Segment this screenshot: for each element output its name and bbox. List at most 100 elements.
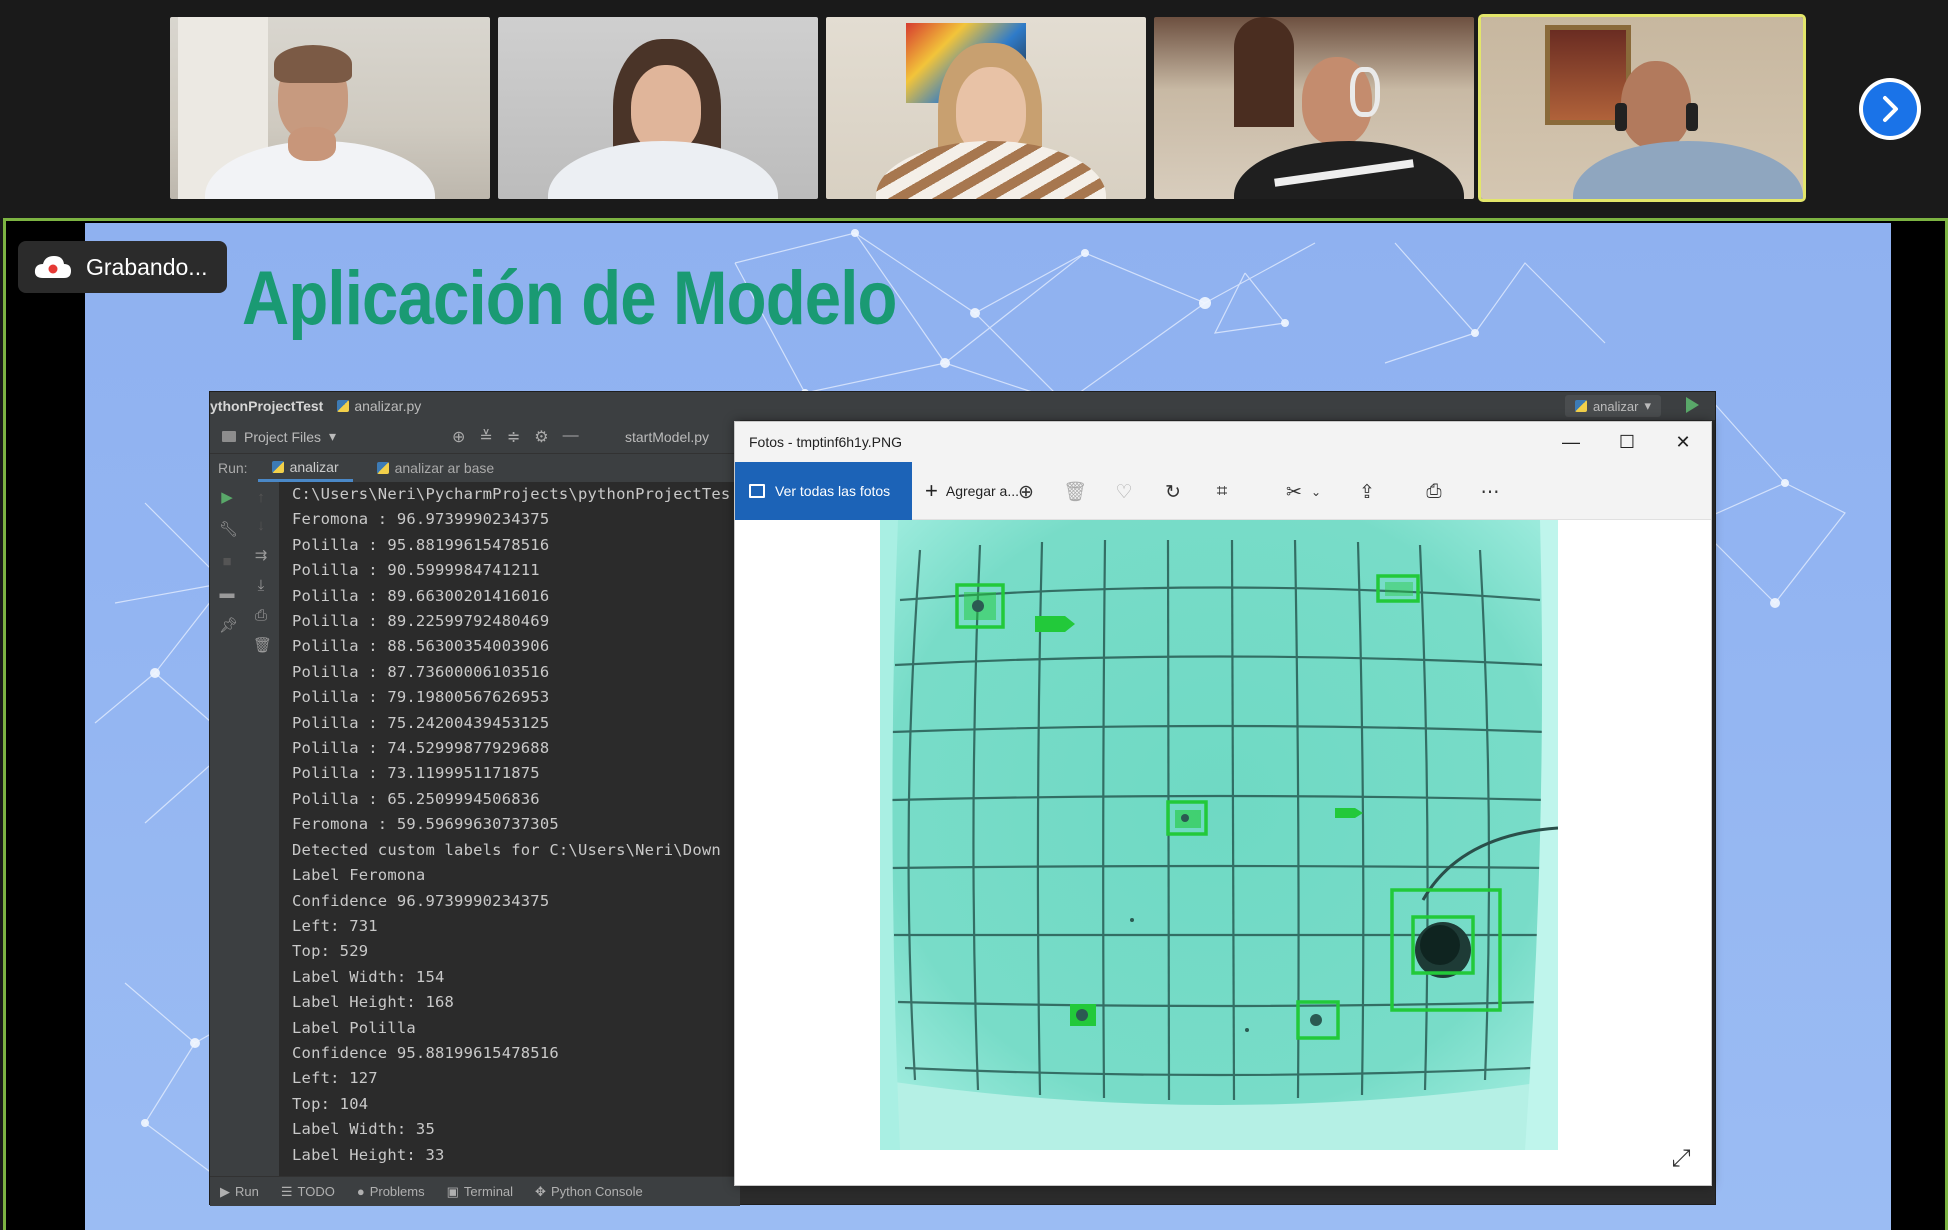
run-button[interactable] (1686, 397, 1699, 413)
bottom-tab-terminal[interactable]: ▣ Terminal (447, 1184, 513, 1200)
bottom-tab-label: Python Console (550, 1184, 643, 1199)
plus-icon: + (925, 478, 938, 503)
view-all-label: Ver todas las fotos (775, 483, 891, 499)
python-file-icon (376, 462, 389, 474)
console-line: Label Height: 33 (292, 1145, 445, 1164)
expand-all-icon[interactable]: ≚ (479, 427, 492, 447)
folder-icon (222, 431, 236, 442)
participant-video-5[interactable] (1478, 14, 1806, 202)
console-line: Confidence 95.88199615478516 (292, 1043, 559, 1062)
run-config-label: analizar (1592, 398, 1639, 414)
run-label: Run: (218, 460, 248, 476)
console-line: Label Width: 35 (292, 1120, 435, 1139)
minimize-icon[interactable]: — (563, 427, 579, 447)
recording-label: Grabando... (86, 253, 208, 280)
run-config-dropdown[interactable]: analizar ▾ (1564, 395, 1661, 417)
minimize-button[interactable]: — (1543, 422, 1599, 462)
next-page-button[interactable] (1859, 78, 1921, 140)
maximize-button[interactable]: ☐ (1599, 422, 1655, 462)
console-line: Feromona : 59.59699630737305 (292, 815, 559, 834)
bottom-tab-problems[interactable]: ● Problems (357, 1184, 425, 1199)
console-line: Top: 104 (292, 1094, 369, 1113)
crop-icon[interactable]: ⌗ (1209, 479, 1235, 505)
wrench-icon[interactable]: 🔧︎ (219, 522, 238, 538)
participant-video-4[interactable] (1154, 17, 1474, 199)
file-tab[interactable]: analizar.py (337, 398, 421, 414)
console-line: Polilla : 74.52999877929688 (292, 739, 550, 758)
console-line: Polilla : 87.73600006103516 (292, 662, 550, 681)
file-tab-label: analizar.py (354, 398, 422, 414)
gear-icon[interactable]: ⚙ (534, 427, 548, 447)
console-line: Polilla : 88.56300354003906 (292, 637, 550, 656)
terminal-icon: ▣ (446, 1183, 459, 1199)
collapse-all-icon[interactable]: ≑ (507, 427, 520, 447)
print-icon[interactable]: ⎙ (253, 608, 269, 624)
console-line: Detected custom labels for C:\Users\Neri… (292, 840, 721, 859)
pin-icon[interactable]: 📌︎ (219, 618, 238, 634)
trash-icon[interactable]: 🗑︎ (253, 638, 272, 654)
heart-icon[interactable]: ♡ (1111, 479, 1137, 505)
bottom-tab-python-console[interactable]: ✥ Python Console (535, 1184, 643, 1200)
run-tab-label: analizar (289, 458, 339, 475)
run-console-output[interactable]: C:\Users\Neri\PycharmProjects\pythonProj… (280, 482, 740, 1176)
presentation-slide: Aplicación de Modelo ythonProjectTest an… (85, 223, 1891, 1230)
fullscreen-icon[interactable]: ⤢ (1667, 1145, 1695, 1173)
rotate-icon[interactable]: ↻ (1160, 479, 1186, 505)
console-line: Feromona : 96.9739990234375 (292, 510, 550, 529)
console-line: Polilla : 75.24200439453125 (292, 713, 550, 732)
print-icon[interactable]: ⎙ (1421, 479, 1447, 505)
bottom-tab-label: Run (235, 1184, 259, 1199)
console-line: Label Feromona (292, 866, 426, 885)
console-line: Polilla : 95.88199615478516 (292, 535, 550, 554)
python-file-icon (337, 400, 350, 412)
bottom-tab-label: Terminal (463, 1184, 514, 1199)
zoom-in-icon[interactable]: ⊕ (1013, 479, 1039, 505)
rerun-icon[interactable]: ▶ (219, 490, 235, 506)
chevron-down-icon[interactable]: ⌄ (1303, 479, 1329, 505)
down-arrow-icon[interactable]: ↓ (253, 518, 269, 534)
stop-icon[interactable]: ■ (219, 554, 235, 570)
bottom-tab-todo[interactable]: ☰ TODO (281, 1184, 335, 1200)
view-all-photos-button[interactable]: Ver todas las fotos (735, 462, 912, 520)
console-line: Left: 127 (292, 1069, 378, 1088)
console-line: Label Height: 168 (292, 993, 455, 1012)
participant-video-2[interactable] (498, 17, 818, 199)
add-to-button[interactable]: + Agregar a... (925, 462, 1019, 520)
console-line: Label Width: 154 (292, 967, 445, 986)
console-line: Polilla : 90.5999984741211 (292, 561, 540, 580)
chevron-right-icon (1883, 96, 1898, 122)
more-icon[interactable]: ⋯ (1477, 479, 1503, 505)
close-button[interactable]: ✕ (1655, 422, 1711, 462)
scroll-to-end-icon[interactable]: ⤓ (253, 578, 269, 594)
trap-photo-graphic (880, 520, 1558, 1150)
target-icon[interactable]: ⊕ (452, 427, 465, 447)
bottom-tab-label: Problems (369, 1184, 425, 1199)
photos-title-bar: Fotos - tmptinf6h1y.PNG — ☐ ✕ (735, 422, 1711, 462)
participant-gallery (0, 0, 1948, 216)
window-title: Fotos - tmptinf6h1y.PNG (749, 434, 903, 450)
share-icon[interactable]: ⇪ (1354, 479, 1380, 505)
participant-video-1[interactable] (170, 17, 490, 199)
participant-video-3[interactable] (826, 17, 1146, 199)
up-arrow-icon[interactable]: ↑ (253, 490, 269, 506)
console-line: Polilla : 89.22599792480469 (292, 612, 550, 631)
project-tools: ⊕ ≚ ≑ ⚙ — (452, 427, 579, 447)
run-tab-analizar-base[interactable]: analizar ar base (363, 454, 509, 482)
bottom-tab-label: TODO (297, 1184, 335, 1199)
dropdown-arrow-icon: ▾ (1644, 398, 1651, 413)
console-side-toolbar: ↑ ↓ ⇉ ⤓ ⎙ 🗑︎ (244, 482, 280, 1176)
run-side-toolbar: ▶ 🔧︎ ■ ▬ 📌︎ (210, 482, 244, 1176)
dropdown-arrow-icon: ▾ (329, 428, 337, 444)
run-tab-analizar[interactable]: analizar (257, 454, 353, 482)
project-toolbar: Project Files ▾ ⊕ ≚ ≑ ⚙ — startModel.py (210, 420, 740, 454)
bottom-tab-run[interactable]: ▶ Run (220, 1184, 259, 1200)
editor-tab-startmodel[interactable]: startModel.py (625, 429, 709, 445)
delete-icon[interactable]: 🗑︎ (1062, 479, 1088, 505)
add-to-label: Agregar a... (945, 483, 1020, 499)
soft-wrap-icon[interactable]: ⇉ (253, 548, 269, 564)
project-files-selector[interactable]: Project Files (244, 429, 321, 445)
layout-icon[interactable]: ▬ (219, 586, 235, 602)
ide-title-bar: ythonProjectTest analizar.py analizar ▾ (210, 392, 1715, 420)
recording-indicator[interactable]: Grabando... (18, 241, 228, 293)
python-icon: ✥ (535, 1183, 546, 1199)
